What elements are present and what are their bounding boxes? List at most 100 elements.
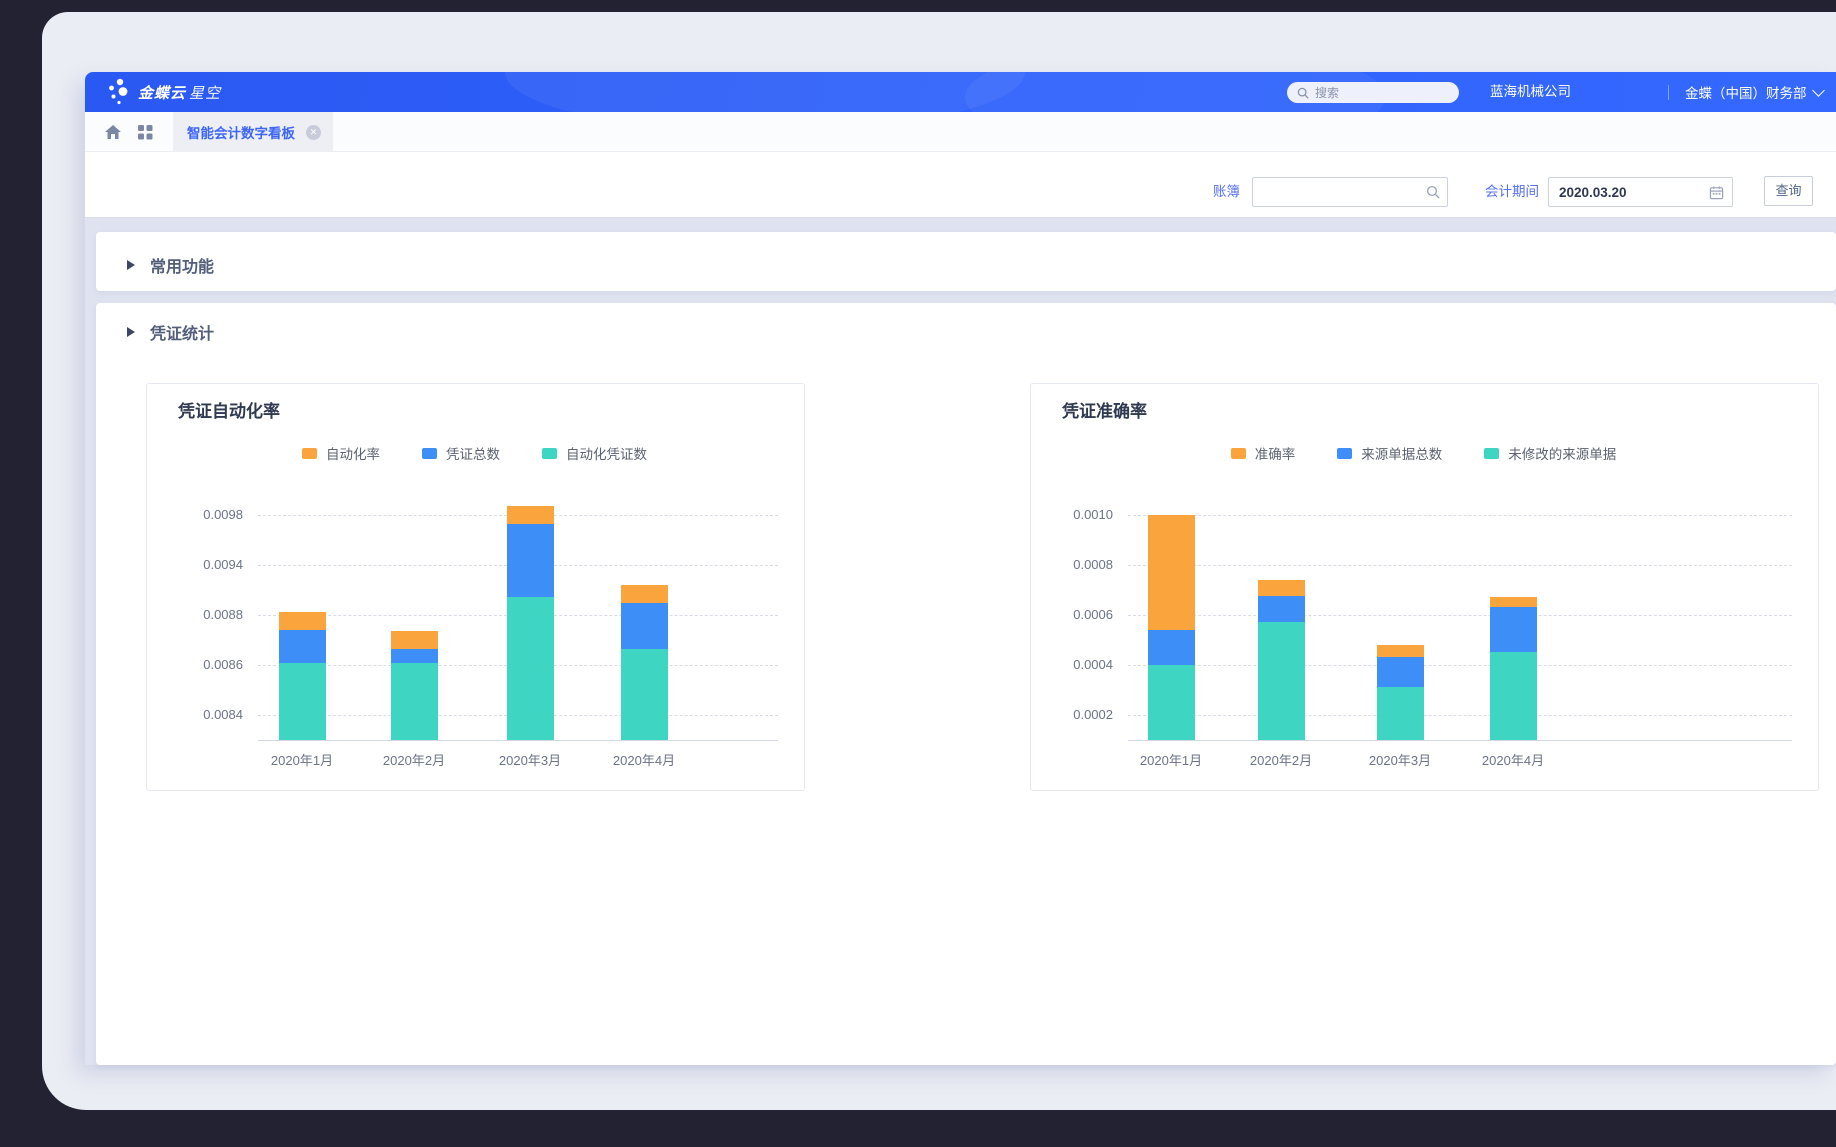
bar-segment[interactable] [621, 585, 668, 603]
y-tick-label: 0.0006 [1043, 607, 1113, 622]
search-icon [1426, 185, 1440, 199]
y-tick-label: 0.0010 [1043, 507, 1113, 522]
legend-item[interactable]: 凭证总数 [422, 443, 500, 463]
kingdee-logo: 金蝶云星空 [108, 78, 221, 106]
chart-legend: 自动化率 凭证总数 自动化凭证数 [146, 443, 803, 463]
bar-segment[interactable] [391, 663, 438, 740]
axis-baseline [1128, 740, 1792, 741]
legend-label: 未修改的来源单据 [1508, 443, 1616, 463]
legend-swatch-icon [1484, 448, 1499, 459]
section-title: 常用功能 [150, 253, 214, 277]
legend-swatch-icon [542, 448, 557, 459]
search-placeholder: 搜索 [1315, 84, 1339, 101]
ledger-label: 账簿 [1213, 177, 1240, 207]
legend-label: 自动化率 [326, 443, 380, 463]
bar-segment[interactable] [1148, 630, 1195, 665]
y-tick-label: 0.0098 [173, 507, 243, 522]
collapse-arrow-icon [127, 327, 135, 337]
section-common-functions: 常用功能 [96, 232, 1836, 291]
bar-segment[interactable] [507, 524, 554, 597]
bar-segment[interactable] [1377, 687, 1424, 740]
legend-item[interactable]: 来源单据总数 [1337, 443, 1442, 463]
legend-swatch-icon [302, 448, 317, 459]
accounting-period-field[interactable] [1548, 177, 1733, 207]
chart-title: 凭证自动化率 [178, 397, 280, 422]
axis-baseline [258, 740, 778, 741]
tab-close-icon[interactable]: ✕ [306, 125, 321, 140]
date-input[interactable] [1549, 178, 1689, 206]
filter-toolbar: 账簿 会计期间 查询 [85, 152, 1836, 218]
bar-segment[interactable] [1258, 622, 1305, 740]
bar-segment[interactable] [1148, 515, 1195, 630]
bar-segment[interactable] [1148, 665, 1195, 740]
apps-grid-icon[interactable] [135, 122, 155, 142]
bar-segment[interactable] [1490, 597, 1537, 607]
gridline [1128, 515, 1792, 516]
bar-segment[interactable] [1490, 652, 1537, 740]
logo-text-light: 星空 [189, 85, 221, 102]
gridline [1128, 565, 1792, 566]
chart-legend: 准确率 来源单据总数 未修改的来源单据 [1030, 443, 1817, 463]
bar-segment[interactable] [279, 612, 326, 630]
x-category-label: 2020年4月 [584, 750, 704, 769]
user-org-dropdown[interactable]: 金蝶（中国）财务部 [1685, 72, 1823, 112]
legend-label: 来源单据总数 [1361, 443, 1442, 463]
legend-item[interactable]: 自动化率 [302, 443, 380, 463]
bar-segment[interactable] [1258, 596, 1305, 622]
logo-dots-icon [108, 78, 130, 106]
screen: 金蝶云星空 搜索 蓝海机械公司 金蝶（中国）财务部 ? 智能 [0, 0, 1836, 1147]
bar-segment[interactable] [391, 631, 438, 649]
user-org-label: 金蝶（中国）财务部 [1685, 82, 1807, 102]
legend-item[interactable]: 自动化凭证数 [542, 443, 647, 463]
query-button[interactable]: 查询 [1764, 176, 1813, 206]
home-icon[interactable] [103, 122, 123, 142]
global-search-input[interactable]: 搜索 [1287, 82, 1459, 103]
bar-segment[interactable] [507, 506, 554, 524]
x-category-label: 2020年2月 [354, 750, 474, 769]
x-category-label: 2020年2月 [1221, 750, 1341, 769]
tab-smart-accounting-dashboard[interactable]: 智能会计数字看板 ✕ [173, 112, 333, 152]
top-header: 金蝶云星空 搜索 蓝海机械公司 金蝶（中国）财务部 ? [85, 72, 1836, 112]
tab-label: 智能会计数字看板 [187, 122, 295, 142]
bar-segment[interactable] [1490, 607, 1537, 652]
gridline [1128, 715, 1792, 716]
legend-item[interactable]: 准确率 [1231, 443, 1296, 463]
legend-label: 凭证总数 [446, 443, 500, 463]
section-header-common[interactable]: 常用功能 [127, 253, 214, 277]
bar-segment[interactable] [391, 649, 438, 663]
tab-bar: 智能会计数字看板 ✕ [85, 112, 1836, 152]
y-tick-label: 0.0084 [173, 707, 243, 722]
gridline [1128, 615, 1792, 616]
section-header-voucher[interactable]: 凭证统计 [127, 320, 214, 344]
legend-swatch-icon [422, 448, 437, 459]
y-tick-label: 0.0088 [173, 607, 243, 622]
y-tick-label: 0.0008 [1043, 557, 1113, 572]
legend-swatch-icon [1231, 448, 1246, 459]
legend-label: 准确率 [1255, 443, 1296, 463]
x-category-label: 2020年1月 [1111, 750, 1231, 769]
search-icon [1297, 87, 1309, 99]
bar-segment[interactable] [279, 630, 326, 663]
x-category-label: 2020年1月 [242, 750, 362, 769]
legend-swatch-icon [1337, 448, 1352, 459]
chevron-down-icon [1812, 84, 1825, 97]
bar-segment[interactable] [1377, 657, 1424, 687]
legend-item[interactable]: 未修改的来源单据 [1484, 443, 1616, 463]
bar-segment[interactable] [279, 663, 326, 740]
chart-title: 凭证准确率 [1062, 397, 1147, 422]
y-tick-label: 0.0094 [173, 557, 243, 572]
y-tick-label: 0.0002 [1043, 707, 1113, 722]
logo-text-bold: 金蝶云 [138, 85, 186, 102]
section-title: 凭证统计 [150, 320, 214, 344]
header-glow [505, 72, 1025, 112]
bar-segment[interactable] [1258, 580, 1305, 596]
bar-segment[interactable] [507, 597, 554, 740]
legend-label: 自动化凭证数 [566, 443, 647, 463]
gridline [1128, 665, 1792, 666]
ledger-lookup-input[interactable] [1252, 177, 1448, 207]
bar-segment[interactable] [621, 603, 668, 649]
bar-segment[interactable] [621, 649, 668, 740]
bar-segment[interactable] [1377, 645, 1424, 657]
calendar-icon[interactable] [1709, 185, 1724, 200]
company-name[interactable]: 蓝海机械公司 [1490, 72, 1571, 112]
